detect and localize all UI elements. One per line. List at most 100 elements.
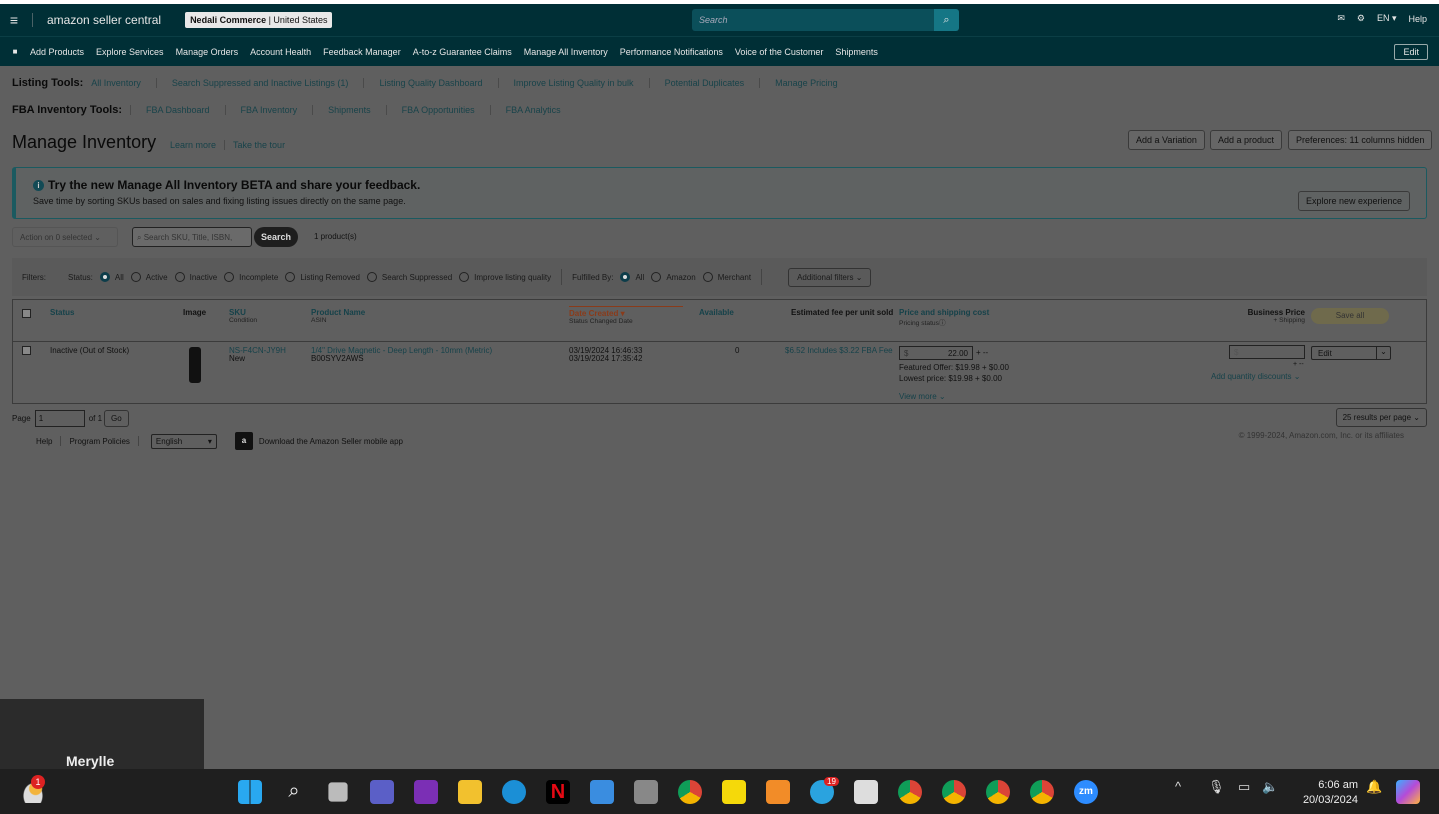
- amazon-app-icon[interactable]: a: [234, 432, 253, 450]
- chrome-profile-icon[interactable]: [986, 780, 1010, 804]
- nav-account-health[interactable]: Account Health: [250, 47, 311, 57]
- col-product-name[interactable]: Product Name ASIN: [311, 308, 365, 324]
- row-asin[interactable]: B00SYV2AWS: [311, 354, 364, 363]
- fba-inventory[interactable]: FBA Inventory: [224, 105, 313, 115]
- ringcentral-icon[interactable]: [766, 780, 790, 804]
- tool-listing-quality[interactable]: Listing Quality Dashboard: [363, 78, 497, 88]
- gear-icon[interactable]: ⚙: [1357, 13, 1365, 24]
- row-fee[interactable]: $6.52 Includes $3.22 FBA Fee: [785, 346, 893, 355]
- select-all-checkbox[interactable]: [22, 309, 31, 318]
- nav-add-products[interactable]: Add Products: [30, 47, 84, 57]
- bulk-action-dropdown[interactable]: Action on 0 selected ⌄: [12, 227, 118, 247]
- windows-start-icon[interactable]: [238, 780, 262, 804]
- seller-central-logo[interactable]: amazon seller central: [32, 13, 161, 27]
- bookmark-icon[interactable]: ■: [0, 47, 30, 56]
- tool-suppressed-listings[interactable]: Search Suppressed and Inactive Listings …: [155, 78, 364, 88]
- take-tour-link[interactable]: Take the tour: [233, 140, 285, 150]
- chrome-profile-icon[interactable]: [942, 780, 966, 804]
- download-app-link[interactable]: Download the Amazon Seller mobile app: [259, 437, 403, 446]
- save-all-button[interactable]: Save all: [1311, 308, 1389, 324]
- notification-bell-icon[interactable]: 🔔: [1366, 779, 1382, 795]
- footer-help-link[interactable]: Help: [36, 437, 52, 446]
- tool-potential-duplicates[interactable]: Potential Duplicates: [648, 78, 760, 88]
- col-available[interactable]: Available: [699, 308, 734, 317]
- volume-icon[interactable]: 🔈: [1262, 779, 1278, 795]
- snipping-tool-icon[interactable]: [854, 780, 878, 804]
- price-input[interactable]: $22.00: [899, 346, 973, 360]
- tool-improve-bulk[interactable]: Improve Listing Quality in bulk: [497, 78, 649, 88]
- search-icon[interactable]: ⌕: [934, 9, 959, 31]
- nav-voice-of-customer[interactable]: Voice of the Customer: [735, 47, 824, 57]
- nav-explore-services[interactable]: Explore Services: [96, 47, 164, 57]
- chevron-up-icon[interactable]: ^: [1175, 779, 1181, 794]
- preferences-button[interactable]: Preferences: 11 columns hidden: [1288, 130, 1433, 150]
- learn-more-link[interactable]: Learn more: [170, 140, 216, 150]
- col-sku[interactable]: SKU Condition: [229, 308, 257, 324]
- status-incomplete-radio[interactable]: [224, 272, 235, 282]
- tool-all-inventory[interactable]: All Inventory: [91, 78, 156, 88]
- network-icon[interactable]: ▭: [1238, 779, 1250, 795]
- copilot-icon[interactable]: [1396, 780, 1420, 804]
- sticky-notes-icon[interactable]: [722, 780, 746, 804]
- go-button[interactable]: Go: [104, 410, 129, 427]
- status-removed-radio[interactable]: [285, 272, 296, 282]
- col-status[interactable]: Status: [50, 308, 74, 317]
- inventory-search-button[interactable]: Search: [254, 227, 298, 247]
- inventory-search-input[interactable]: ⌕ Search SKU, Title, ISBN,: [132, 227, 252, 247]
- meeting-participant-tile[interactable]: Meryllе: [0, 699, 204, 769]
- menu-icon[interactable]: ≡: [0, 12, 28, 28]
- netflix-icon[interactable]: N: [546, 780, 570, 804]
- edge-icon[interactable]: [502, 780, 526, 804]
- add-variation-button[interactable]: Add a Variation: [1128, 130, 1205, 150]
- footer-language-select[interactable]: English ▾: [150, 433, 217, 449]
- global-search-input[interactable]: Search: [692, 9, 934, 31]
- language-selector[interactable]: EN ▾: [1377, 13, 1397, 24]
- status-improve-quality-radio[interactable]: [459, 272, 470, 282]
- row-checkbox[interactable]: [22, 346, 31, 355]
- add-quantity-discounts-link[interactable]: Add quantity discounts ⌄: [1211, 372, 1300, 381]
- zoom-icon[interactable]: zm: [1074, 780, 1098, 804]
- fba-dashboard[interactable]: FBA Dashboard: [130, 105, 225, 115]
- row-action-dropdown[interactable]: Edit ⌄: [1311, 346, 1391, 360]
- col-date-created[interactable]: Date Created ▾ Status Changed Date: [569, 306, 683, 325]
- system-clock[interactable]: 6:06 am 20/03/2024: [1294, 778, 1358, 808]
- nav-manage-orders[interactable]: Manage Orders: [176, 47, 239, 57]
- onenote-icon[interactable]: [414, 780, 438, 804]
- status-suppressed-radio[interactable]: [366, 272, 377, 282]
- info-icon[interactable]: ⓘ: [939, 320, 946, 327]
- status-all-radio[interactable]: [99, 272, 110, 282]
- explore-new-experience-button[interactable]: Explore new experience: [1297, 191, 1410, 211]
- add-product-button[interactable]: Add a product: [1210, 130, 1283, 150]
- fba-shipments[interactable]: Shipments: [312, 105, 386, 115]
- fulfilled-all-radio[interactable]: [620, 272, 631, 282]
- fba-opportunities[interactable]: FBA Opportunities: [385, 105, 490, 115]
- program-policies-link[interactable]: Program Policies: [69, 437, 129, 446]
- notepad-icon[interactable]: [590, 780, 614, 804]
- page-number-input[interactable]: 1: [34, 410, 85, 427]
- view-more-link[interactable]: View more ⌄: [899, 392, 946, 401]
- product-thumbnail[interactable]: [189, 347, 201, 383]
- nav-manage-all-inventory[interactable]: Manage All Inventory: [524, 47, 608, 57]
- fulfilled-merchant-radio[interactable]: [702, 272, 713, 282]
- status-active-radio[interactable]: [130, 272, 141, 282]
- nav-a-to-z-claims[interactable]: A-to-z Guarantee Claims: [413, 47, 512, 57]
- additional-filters-button[interactable]: Additional filters ⌄: [788, 267, 872, 287]
- tool-manage-pricing[interactable]: Manage Pricing: [759, 78, 853, 88]
- nav-feedback-manager[interactable]: Feedback Manager: [323, 47, 401, 57]
- business-price-input[interactable]: $: [1229, 345, 1305, 359]
- store-switcher[interactable]: Nedali Commerce | United States: [185, 12, 333, 28]
- calculator-icon[interactable]: [634, 780, 658, 804]
- results-per-page-dropdown[interactable]: 25 results per page ⌄: [1335, 408, 1427, 427]
- chrome-profile-icon[interactable]: [898, 780, 922, 804]
- fba-analytics[interactable]: FBA Analytics: [489, 105, 576, 115]
- help-link[interactable]: Help: [1408, 14, 1427, 24]
- mail-icon[interactable]: ✉: [1337, 13, 1345, 24]
- microphone-icon[interactable]: 🎙: [1208, 779, 1225, 795]
- task-view-icon[interactable]: [328, 782, 348, 802]
- nav-shipments[interactable]: Shipments: [835, 47, 878, 57]
- nav-performance-notifications[interactable]: Performance Notifications: [620, 47, 723, 57]
- nav-edit-button[interactable]: Edit: [1394, 44, 1428, 60]
- chrome-profile-icon[interactable]: [1030, 780, 1054, 804]
- status-inactive-radio[interactable]: [174, 272, 185, 282]
- teams-icon[interactable]: [370, 780, 394, 804]
